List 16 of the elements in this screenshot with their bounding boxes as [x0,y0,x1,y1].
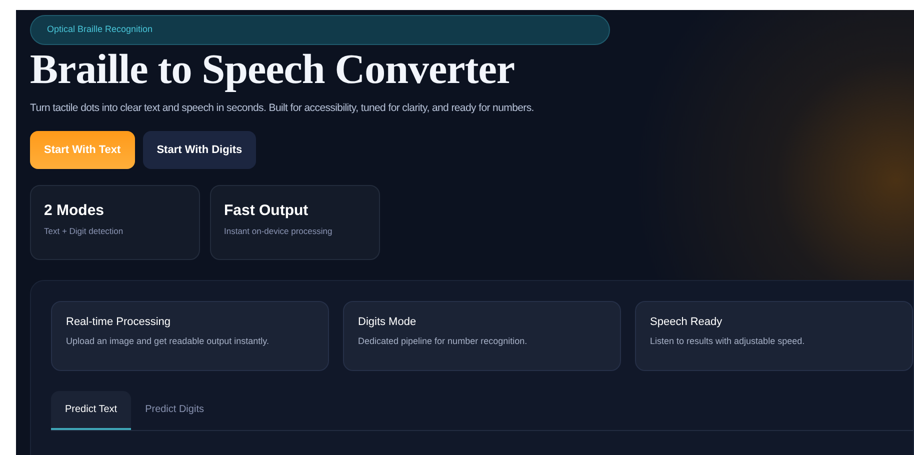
stat-caption: Instant on-device processing [224,225,334,238]
feature-description: Upload an image and get readable output instantly. [66,335,270,348]
feature-title: Digits Mode [358,314,418,330]
stat-value: Fast Output [224,200,310,221]
page-title: Braille to Speech Converter [30,47,516,94]
stat-caption: Text + Digit detection [44,225,124,238]
feature-description: Listen to results with adjustable speed. [650,335,806,348]
subtitle: Turn tactile dots into clear text and speech in seconds. Built for accessibility, tuned for clarity, and ready for numbers. [30,101,535,116]
feature-description: Dedicated pipeline for number recognition. [358,335,528,348]
stat-value: 2 Modes [44,200,106,221]
badge-text: Optical Braille Recognition [47,23,153,36]
tab[interactable]: Predict Digits [131,390,218,430]
feature-title: Speech Ready [650,314,724,330]
tab[interactable]: Predict Text [51,390,132,430]
start-digits-button[interactable]: Start With Digits [142,130,256,169]
feature-title: Real-time Processing [66,314,172,330]
